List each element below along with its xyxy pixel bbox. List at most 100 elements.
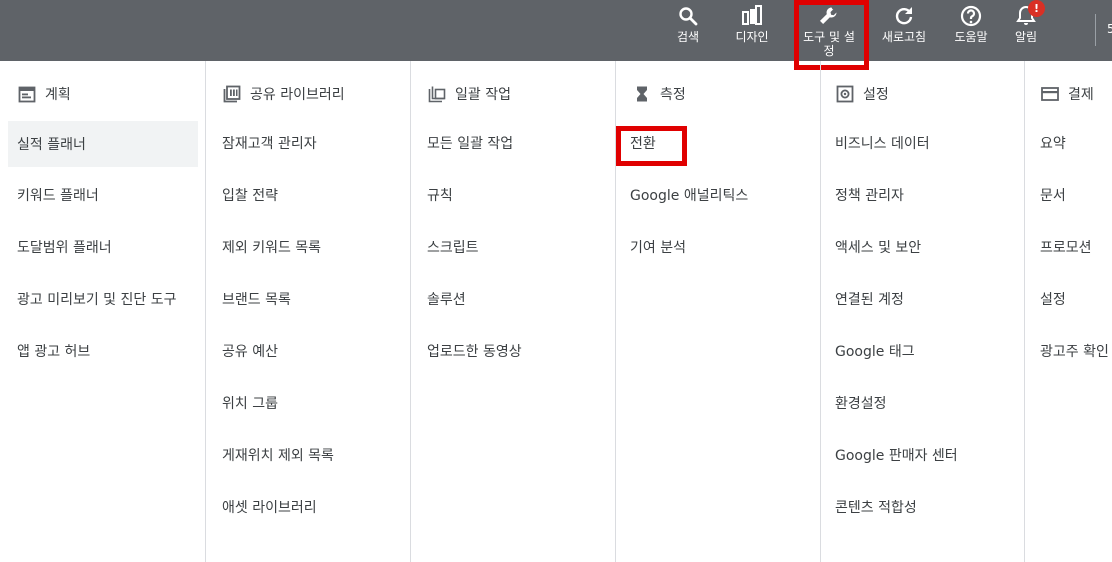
refresh-icon <box>895 7 913 25</box>
menu-item-label: 애셋 라이브러리 <box>222 500 317 516</box>
menu-item-label: 비즈니스 데이터 <box>835 136 930 152</box>
menu-item-merchant-center[interactable]: Google 판매자 센터 <box>835 432 958 478</box>
menu-item-label: 위치 그룹 <box>222 396 278 412</box>
column-title: 일괄 작업 <box>455 87 511 103</box>
column-setup: 설정 비즈니스 데이터 정책 관리자 액세스 및 보안 연결된 계정 Googl… <box>820 61 1024 562</box>
menu-item-asset-library[interactable]: 애셋 라이브러리 <box>222 484 317 530</box>
hourglass-icon <box>637 86 647 102</box>
menu-item-label: 공유 예산 <box>222 344 278 360</box>
menu-item-preferences[interactable]: 환경설정 <box>835 380 887 426</box>
menu-item-label: 잠재고객 관리자 <box>222 136 317 152</box>
menu-item-business-data[interactable]: 비즈니스 데이터 <box>835 120 930 166</box>
settings-icon <box>836 85 854 103</box>
column-title: 측정 <box>660 87 686 103</box>
menu-item-label: Google 판매자 센터 <box>835 448 958 464</box>
menu-item-advertiser-verification[interactable]: 광고주 확인 <box>1040 328 1109 374</box>
menu-item-summary[interactable]: 요약 <box>1040 120 1066 166</box>
column-title: 설정 <box>863 87 889 103</box>
menu-item-linked-accounts[interactable]: 연결된 계정 <box>835 276 904 322</box>
notification-badge: ! <box>1028 0 1045 17</box>
menu-item-label: 실적 플래너 <box>17 137 86 153</box>
menu-item-all-bulk-actions[interactable]: 모든 일괄 작업 <box>427 120 513 166</box>
column-title: 결제 <box>1068 87 1094 103</box>
menu-item-label: 브랜드 목록 <box>222 292 291 308</box>
help-icon <box>960 5 982 27</box>
menu-item-conversions[interactable]: 전환 <box>630 120 656 166</box>
column-header-bulk-actions: 일괄 작업 <box>427 83 511 105</box>
menu-item-documents[interactable]: 문서 <box>1040 172 1066 218</box>
column-bulk-actions: 일괄 작업 모든 일괄 작업 규칙 스크립트 솔루션 업로드한 동영상 <box>410 61 615 562</box>
menu-item-label: 정책 관리자 <box>835 188 904 204</box>
menu-item-reach-planner[interactable]: 도달범위 플래너 <box>17 224 112 270</box>
column-measurement: 측정 전환 Google 애널리틱스 기여 분석 <box>615 61 820 562</box>
top-toolbar: 검색 디자인 도구 및 설정 새로고침 도움말 알림 ! 5 <box>0 0 1112 61</box>
menu-item-label: 앱 광고 허브 <box>17 344 91 360</box>
tools-settings-label: 도구 및 설정 <box>803 30 855 58</box>
menu-item-attribution[interactable]: 기여 분석 <box>630 224 686 270</box>
menu-item-rules[interactable]: 규칙 <box>427 172 453 218</box>
menu-item-billing-settings[interactable]: 설정 <box>1040 276 1066 322</box>
menu-item-google-tag[interactable]: Google 태그 <box>835 328 915 374</box>
menu-item-keyword-planner[interactable]: 키워드 플래너 <box>17 172 99 218</box>
column-shared-library: 공유 라이브러리 잠재고객 관리자 입찰 전략 제외 키워드 목록 브랜드 목록… <box>205 61 410 562</box>
menu-item-label: 콘텐츠 적합성 <box>835 500 917 516</box>
column-title: 계획 <box>45 87 71 103</box>
menu-item-label: 규칙 <box>427 188 453 204</box>
menu-item-ad-preview[interactable]: 광고 미리보기 및 진단 도구 <box>17 276 176 322</box>
menu-item-bid-strategies[interactable]: 입찰 전략 <box>222 172 278 218</box>
menu-item-location-groups[interactable]: 위치 그룹 <box>222 380 278 426</box>
design-button[interactable]: 디자인 <box>730 0 774 61</box>
refresh-button[interactable]: 새로고침 <box>876 0 932 61</box>
menu-item-placement-exclusion-lists[interactable]: 게재위치 제외 목록 <box>222 432 334 478</box>
menu-item-shared-budgets[interactable]: 공유 예산 <box>222 328 278 374</box>
menu-item-scripts[interactable]: 스크립트 <box>427 224 479 270</box>
menu-item-label: 기여 분석 <box>630 240 686 256</box>
menu-item-label: 설정 <box>1040 292 1066 308</box>
design-icon <box>742 5 762 25</box>
menu-item-performance-planner[interactable]: 실적 플래너 <box>8 121 198 167</box>
menu-item-app-ads-hub[interactable]: 앱 광고 허브 <box>17 328 90 374</box>
menu-item-promotions[interactable]: 프로모션 <box>1040 224 1092 270</box>
menu-item-label: 솔루션 <box>427 292 466 308</box>
column-billing: 결제 요약 문서 프로모션 설정 광고주 확인 <box>1024 61 1112 562</box>
menu-item-audience-manager[interactable]: 잠재고객 관리자 <box>222 120 317 166</box>
tools-settings-button[interactable]: 도구 및 설정 <box>798 0 860 61</box>
menu-item-content-suitability[interactable]: 콘텐츠 적합성 <box>835 484 917 530</box>
help-button[interactable]: 도움말 <box>948 0 994 61</box>
menu-item-label: 환경설정 <box>835 396 887 412</box>
design-label: 디자인 <box>735 30 769 44</box>
search-label: 검색 <box>676 30 700 44</box>
menu-item-label: 도달범위 플래너 <box>17 240 112 256</box>
credit-card-icon <box>1041 87 1059 101</box>
column-header-shared-library: 공유 라이브러리 <box>222 83 345 105</box>
menu-item-label: 스크립트 <box>427 240 479 256</box>
column-header-setup: 설정 <box>835 83 889 105</box>
menu-item-label: 문서 <box>1040 188 1066 204</box>
library-icon <box>223 85 241 103</box>
column-planning: 계획 실적 플래너 키워드 플래너 도달범위 플래너 광고 미리보기 및 진단 … <box>0 61 205 562</box>
menu-item-solutions[interactable]: 솔루션 <box>427 276 466 322</box>
search-icon <box>679 7 698 26</box>
column-title: 공유 라이브러리 <box>250 87 345 103</box>
menu-item-label: 요약 <box>1040 136 1066 152</box>
calendar-icon <box>18 86 36 103</box>
menu-item-label: 프로모션 <box>1040 240 1092 256</box>
menu-item-brand-lists[interactable]: 브랜드 목록 <box>222 276 291 322</box>
menu-item-label: 광고 미리보기 및 진단 도구 <box>17 292 177 308</box>
bulk-actions-icon <box>428 86 446 103</box>
menu-item-label: 연결된 계정 <box>835 292 904 308</box>
menu-item-label: 전환 <box>630 136 656 152</box>
column-header-billing: 결제 <box>1040 83 1094 105</box>
menu-item-label: 모든 일괄 작업 <box>427 136 514 152</box>
menu-item-google-analytics[interactable]: Google 애널리틱스 <box>630 172 748 218</box>
menu-item-label: 업로드한 동영상 <box>427 344 522 360</box>
search-button[interactable]: 검색 <box>672 0 704 61</box>
menu-item-access-security[interactable]: 액세스 및 보안 <box>835 224 921 270</box>
menu-item-negative-keyword-lists[interactable]: 제외 키워드 목록 <box>222 224 321 270</box>
toolbar-divider <box>1095 14 1096 46</box>
menu-item-policy-manager[interactable]: 정책 관리자 <box>835 172 904 218</box>
menu-item-label: 게재위치 제외 목록 <box>222 448 334 464</box>
help-label: 도움말 <box>954 30 988 44</box>
menu-item-label: 키워드 플래너 <box>17 188 99 204</box>
menu-item-uploaded-videos[interactable]: 업로드한 동영상 <box>427 328 522 374</box>
